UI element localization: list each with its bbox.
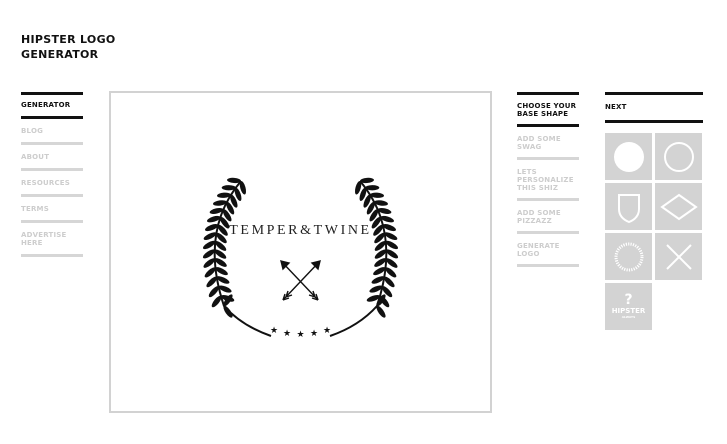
- shape-hipster-random[interactable]: ? HIPSTER ALWAYS: [605, 283, 652, 330]
- logo-preview: TEMPER&TWINE ★ ★ ★ ★ ★: [202, 177, 399, 340]
- shape-x-cross[interactable]: [655, 233, 702, 280]
- dotted-circle-icon: [614, 242, 643, 271]
- outline-circle-icon: [663, 141, 694, 172]
- logo-wordmark: TEMPER&TWINE: [229, 223, 371, 238]
- step-add-pizzazz[interactable]: ADD SOME PIZZAZZ: [517, 201, 579, 234]
- laurel-leaf: [376, 305, 386, 318]
- filled-circle-icon: [613, 141, 644, 172]
- hipster-random-badge: ? HIPSTER ALWAYS: [612, 293, 646, 320]
- nav-item-resources[interactable]: RESOURCES: [21, 171, 83, 197]
- steps-nav: CHOOSE YOUR BASE SHAPE ADD SOME SWAG LET…: [517, 92, 579, 267]
- diamond-icon: [659, 193, 698, 220]
- app-title-line-1: HIPSTER LOGO: [21, 33, 116, 46]
- step-base-shape[interactable]: CHOOSE YOUR BASE SHAPE: [517, 92, 579, 127]
- app-title-line-2: GENERATOR: [21, 48, 99, 61]
- x-cross-icon: [665, 243, 692, 270]
- shape-grid: ? HIPSTER ALWAYS: [605, 133, 703, 330]
- nav-item-blog[interactable]: BLOG: [21, 119, 83, 145]
- star-icon: ★: [310, 329, 318, 339]
- shield-icon: [617, 193, 640, 223]
- crossed-arrows-icon: [280, 260, 321, 301]
- step-generate-logo[interactable]: GENERATE LOGO: [517, 234, 579, 267]
- nav-item-generator[interactable]: GENERATOR: [21, 92, 83, 119]
- shape-filled-circle[interactable]: [605, 133, 652, 180]
- nav-item-about[interactable]: ABOUT: [21, 145, 83, 171]
- shape-shield[interactable]: [605, 183, 652, 230]
- star-icon: ★: [323, 326, 331, 336]
- laurel-leaf: [365, 185, 380, 191]
- step-personalize[interactable]: LETS PERSONALIZE THIS SHIZ: [517, 160, 579, 201]
- shape-panel: NEXT ? HIPSTER ALWAYS: [605, 92, 703, 330]
- star-icon: ★: [270, 326, 278, 336]
- logo-stars: ★ ★ ★ ★ ★: [270, 326, 331, 340]
- nav-item-advertise-here[interactable]: ADVERTISE HERE: [21, 223, 83, 257]
- hipster-badge-word: HIPSTER: [611, 307, 646, 315]
- star-icon: ★: [296, 330, 304, 340]
- app-title[interactable]: HIPSTER LOGO GENERATOR: [21, 32, 116, 62]
- shape-outline-circle[interactable]: [655, 133, 702, 180]
- star-icon: ★: [283, 329, 291, 339]
- step-add-swag[interactable]: ADD SOME SWAG: [517, 127, 579, 160]
- hipster-badge-small: ALWAYS: [621, 315, 636, 319]
- laurel-leaf: [223, 305, 233, 318]
- shape-dotted-circle[interactable]: [605, 233, 652, 280]
- logo-canvas: TEMPER&TWINE ★ ★ ★ ★ ★: [109, 91, 492, 413]
- question-mark-icon: ?: [624, 292, 633, 308]
- laurel-leaf: [221, 185, 236, 191]
- nav-item-terms[interactable]: TERMS: [21, 197, 83, 223]
- next-button[interactable]: NEXT: [605, 92, 703, 123]
- shape-diamond[interactable]: [655, 183, 702, 230]
- laurel-leaves: [202, 177, 399, 318]
- left-nav: GENERATOR BLOG ABOUT RESOURCES TERMS ADV…: [21, 92, 83, 257]
